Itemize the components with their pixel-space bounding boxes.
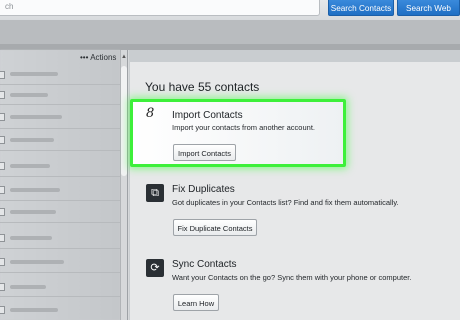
row-checkbox[interactable] bbox=[0, 113, 5, 121]
sync-description: Want your Contacts on the go? Sync them … bbox=[172, 273, 412, 282]
duplicates-title: Fix Duplicates bbox=[172, 184, 235, 195]
list-item[interactable] bbox=[10, 308, 58, 312]
fix-duplicate-contacts-button[interactable]: Fix Duplicate Contacts bbox=[173, 219, 257, 236]
search-input[interactable]: ch bbox=[0, 0, 320, 16]
list-item[interactable] bbox=[10, 93, 48, 97]
row-divider bbox=[0, 296, 120, 297]
row-checkbox[interactable] bbox=[0, 162, 5, 170]
google-icon: 8 bbox=[146, 106, 155, 121]
actions-label: Actions bbox=[90, 53, 117, 62]
row-checkbox[interactable] bbox=[0, 283, 5, 291]
row-checkbox[interactable] bbox=[0, 91, 5, 99]
list-item[interactable] bbox=[10, 115, 62, 119]
import-contacts-button[interactable]: Import Contacts bbox=[173, 144, 236, 161]
list-item[interactable] bbox=[10, 138, 54, 142]
row-checkbox[interactable] bbox=[0, 186, 5, 194]
page-title: You have 55 contacts bbox=[145, 80, 260, 94]
list-item[interactable] bbox=[10, 72, 58, 76]
row-divider bbox=[0, 176, 120, 177]
row-checkbox[interactable] bbox=[0, 306, 5, 314]
row-checkbox[interactable] bbox=[0, 136, 5, 144]
panel-divider bbox=[127, 50, 128, 320]
more-dots-icon: ••• bbox=[80, 53, 89, 62]
sync-icon: ⟳ bbox=[146, 259, 164, 277]
row-checkbox[interactable] bbox=[0, 258, 5, 266]
import-description: Import your contacts from another accoun… bbox=[172, 123, 315, 132]
list-item[interactable] bbox=[10, 236, 52, 240]
list-item[interactable] bbox=[10, 164, 50, 168]
row-divider bbox=[0, 104, 120, 105]
row-checkbox[interactable] bbox=[0, 234, 5, 242]
learn-how-button[interactable]: Learn How bbox=[173, 294, 219, 311]
row-divider bbox=[0, 222, 120, 223]
row-checkbox[interactable] bbox=[0, 71, 5, 79]
list-item[interactable] bbox=[10, 188, 60, 192]
sync-title: Sync Contacts bbox=[172, 259, 237, 270]
row-divider bbox=[0, 150, 120, 151]
actions-menu[interactable]: ••• Actions ⌄ bbox=[80, 53, 125, 62]
list-item[interactable] bbox=[10, 260, 64, 264]
list-item[interactable] bbox=[10, 285, 46, 289]
list-item[interactable] bbox=[10, 210, 56, 214]
row-divider bbox=[0, 272, 120, 273]
fix-duplicates-icon: ⧉ bbox=[146, 184, 164, 202]
row-checkbox[interactable] bbox=[0, 208, 5, 216]
row-divider bbox=[0, 84, 120, 85]
duplicates-description: Got duplicates in your Contacts list? Fi… bbox=[172, 198, 399, 207]
row-divider bbox=[0, 128, 120, 129]
row-divider bbox=[0, 200, 120, 201]
row-divider bbox=[0, 248, 120, 249]
contact-list-panel bbox=[0, 50, 120, 320]
search-web-button[interactable]: Search Web bbox=[397, 0, 460, 16]
import-title: Import Contacts bbox=[172, 110, 243, 121]
search-contacts-button[interactable]: Search Contacts bbox=[328, 0, 394, 16]
